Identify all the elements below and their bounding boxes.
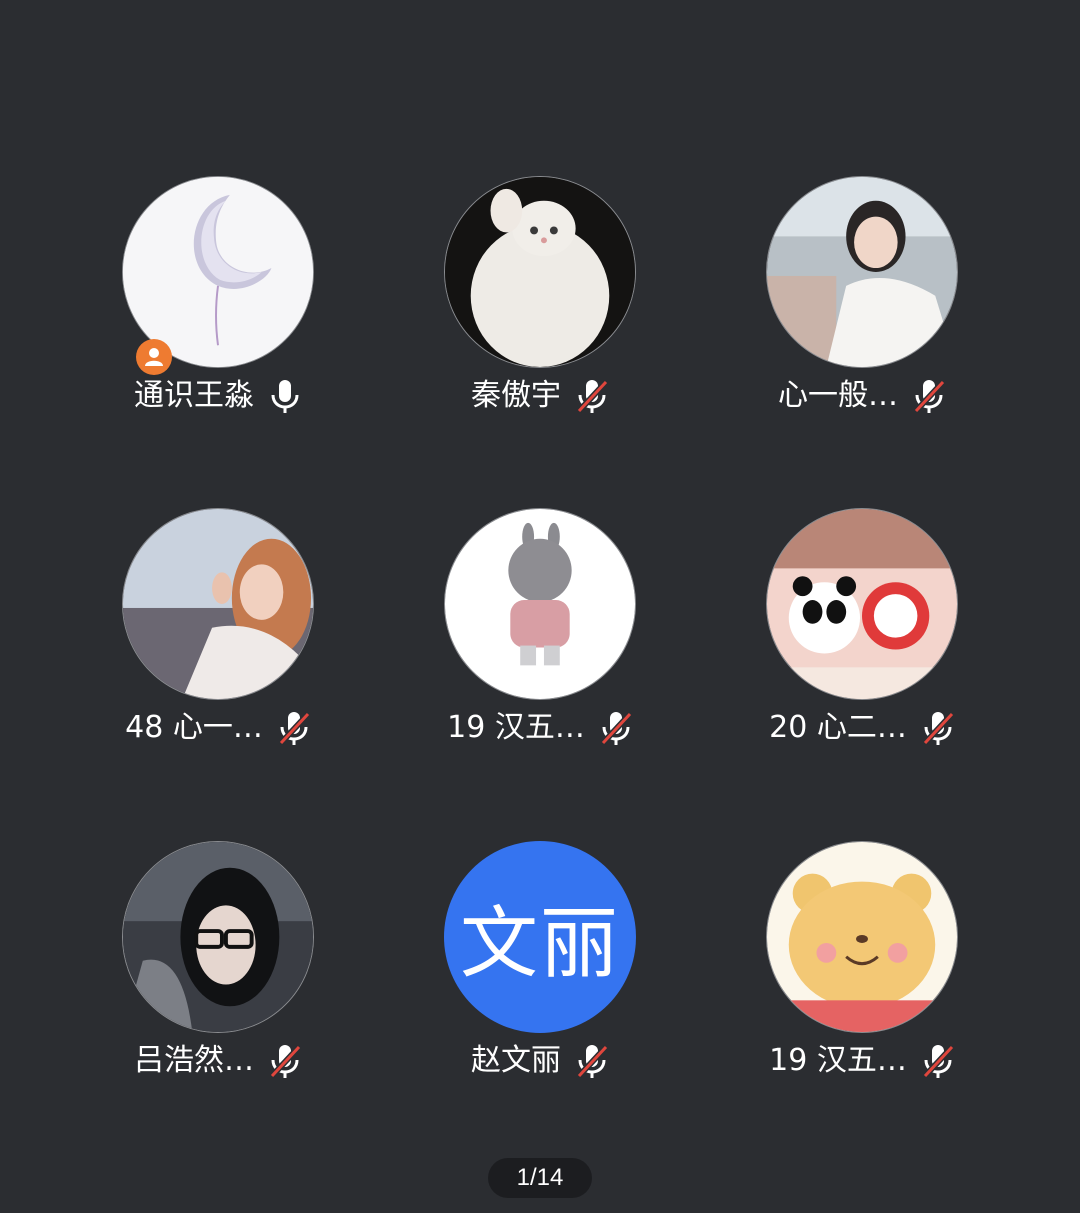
mic-on-icon[interactable] (268, 377, 302, 415)
participant-name: 20 心二… (769, 710, 907, 745)
mic-muted-icon[interactable] (575, 1042, 609, 1080)
woman-glasses-image (123, 842, 313, 1032)
participant-tile[interactable]: 通识王淼 (58, 176, 378, 476)
label-row: 19 汉五… (380, 708, 700, 748)
participant-name: 通识王淼 (134, 378, 254, 413)
avatar (122, 508, 314, 700)
girl-photo-image (767, 177, 957, 367)
participant-tile[interactable]: 20 心二… (702, 508, 1022, 808)
host-badge (136, 339, 172, 375)
girl-in-car-image (123, 509, 313, 699)
page-indicator[interactable]: 1/14 (488, 1158, 592, 1198)
avatar (122, 841, 314, 1033)
participant-name: 心一般… (778, 378, 898, 413)
mic-muted-icon[interactable] (921, 709, 955, 747)
participant-name: 19 汉五… (769, 1043, 907, 1078)
avatar (766, 176, 958, 368)
mic-muted-icon[interactable] (277, 709, 311, 747)
mic-muted-icon[interactable] (268, 1042, 302, 1080)
host-person-icon (145, 348, 163, 366)
participant-tile[interactable]: 48 心一… (58, 508, 378, 808)
participant-grid: 通识王淼 秦傲宇 心一般… 48 心一… 19 汉五… 20 心二… 吕浩然… … (0, 0, 1080, 1213)
avatar (766, 508, 958, 700)
avatar (444, 176, 636, 368)
participant-tile[interactable]: 19 汉五… (702, 841, 1022, 1141)
participant-tile[interactable]: 吕浩然… (58, 841, 378, 1141)
participant-tile[interactable]: 心一般… (702, 176, 1022, 476)
mic-muted-icon[interactable] (921, 1042, 955, 1080)
participant-name: 赵文丽 (471, 1043, 561, 1078)
label-row: 48 心一… (58, 708, 378, 748)
avatar: 文丽 (444, 841, 636, 1033)
participant-tile[interactable]: 秦傲宇 (380, 176, 700, 476)
mic-muted-icon[interactable] (575, 377, 609, 415)
label-row: 19 汉五… (702, 1041, 1022, 1081)
mic-muted-icon[interactable] (599, 709, 633, 747)
label-row: 赵文丽 (380, 1041, 700, 1081)
label-row: 20 心二… (702, 708, 1022, 748)
participant-name: 19 汉五… (447, 710, 585, 745)
label-row: 秦傲宇 (380, 376, 700, 416)
participant-name: 吕浩然… (134, 1043, 254, 1078)
label-row: 心一般… (702, 376, 1022, 416)
cartoon-kid-image (445, 509, 635, 699)
label-row: 吕浩然… (58, 1041, 378, 1081)
mic-muted-icon[interactable] (912, 377, 946, 415)
participant-tile[interactable]: 19 汉五… (380, 508, 700, 808)
participant-name: 48 心一… (125, 710, 263, 745)
participant-name: 秦傲宇 (471, 378, 561, 413)
white-kitten-image (445, 177, 635, 367)
cartoon-bear-image (767, 842, 957, 1032)
panda-mascots-image (767, 509, 957, 699)
avatar-initials: 文丽 (444, 841, 636, 1033)
label-row: 通识王淼 (58, 376, 378, 416)
avatar (766, 841, 958, 1033)
avatar (444, 508, 636, 700)
participant-tile[interactable]: 文丽 赵文丽 (380, 841, 700, 1141)
